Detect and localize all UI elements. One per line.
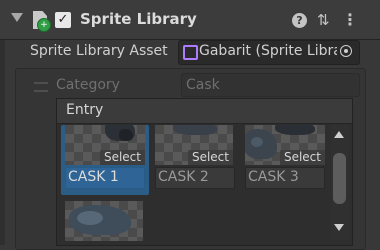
entry-name: CASK 1 [68, 169, 119, 185]
help-icon[interactable]: ? [292, 13, 307, 28]
entry-thumbnail[interactable] [65, 201, 143, 241]
entry-thumbnail[interactable]: Select [245, 125, 325, 165]
entry-name: CASK 2 [158, 169, 209, 185]
object-picker-icon[interactable] [340, 45, 352, 57]
sprite-image-detail [77, 211, 103, 225]
component-title: Sprite Library [80, 10, 197, 28]
scroll-down-icon[interactable] [334, 224, 344, 231]
entry-thumbnail[interactable]: Select [65, 125, 145, 165]
category-label: Category [56, 77, 120, 93]
sprite-image-detail [275, 125, 315, 135]
preset-icon[interactable]: ⇅ [317, 12, 330, 28]
select-button[interactable]: Select [99, 150, 145, 165]
inspector-edge [0, 40, 5, 245]
sprite-image [173, 125, 217, 135]
entry-thumbnail[interactable]: Select [155, 125, 233, 165]
sprite-image-detail [119, 129, 133, 141]
sprite-image-detail [251, 137, 263, 147]
select-button[interactable]: Select [279, 150, 325, 165]
scroll-up-icon[interactable] [334, 131, 344, 138]
drag-handle-icon[interactable] [34, 82, 48, 92]
asset-field-value: Gabarit (Sprite Library Asset) [199, 43, 337, 59]
entry-label: Entry [66, 102, 104, 118]
entry-name: CASK 3 [248, 169, 299, 185]
scrollbar-thumb[interactable] [333, 153, 346, 204]
chevron-down-icon[interactable] [11, 13, 23, 22]
asset-field-label: Sprite Library Asset [30, 43, 168, 59]
select-button[interactable]: Select [187, 150, 233, 165]
category-value: Cask [186, 77, 220, 93]
sprite-library-asset-icon [183, 45, 198, 60]
component-enabled-checkbox[interactable]: ✓ [55, 12, 71, 28]
kebab-menu-icon[interactable]: ⋮ [342, 11, 358, 29]
plus-badge-icon: + [37, 18, 51, 32]
